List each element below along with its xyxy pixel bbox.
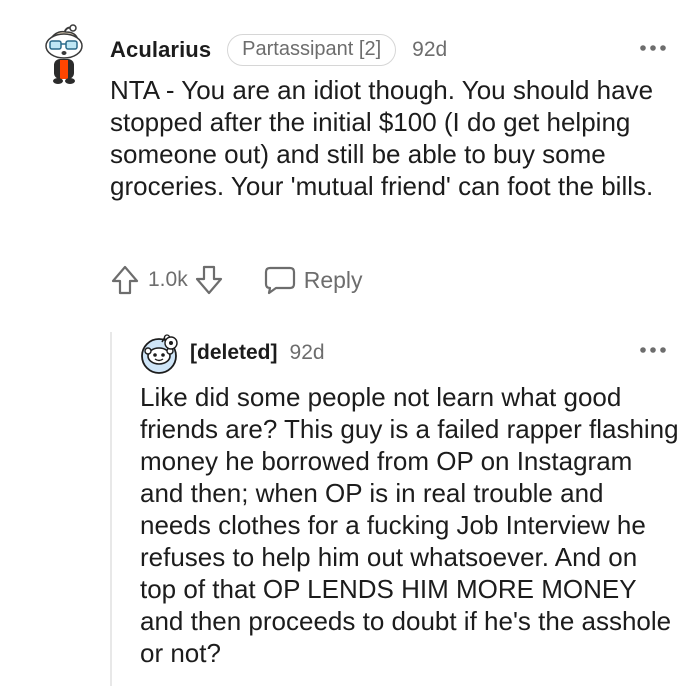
comment-actions: 1.0k Reply — [110, 260, 363, 300]
speech-bubble-icon — [264, 266, 295, 295]
comment-header: Acularius Partassipant [2] 92d — [110, 34, 447, 66]
reply-body: Like did some people not learn what good… — [140, 382, 679, 668]
reply-button[interactable]: Reply — [264, 265, 363, 295]
reply-username[interactable]: [deleted] — [190, 341, 278, 365]
comment-username[interactable]: Acularius — [110, 37, 211, 63]
downvote-arrow-icon[interactable] — [194, 264, 224, 296]
deleted-user-avatar-icon[interactable] — [138, 334, 180, 374]
reply-age: 92d — [289, 341, 325, 364]
snoo-avatar-icon[interactable] — [36, 22, 92, 86]
comment-age: 92d — [412, 38, 448, 61]
thread-line[interactable] — [110, 332, 112, 686]
vote-score: 1.0k — [148, 268, 188, 291]
reply-label: Reply — [303, 266, 363, 293]
more-options-icon[interactable] — [638, 42, 668, 54]
reply-header: [deleted] 92d — [190, 338, 325, 368]
more-options-icon[interactable] — [638, 344, 668, 356]
upvote-arrow-icon[interactable] — [110, 264, 140, 296]
comment-body: NTA - You are an idiot though. You shoul… — [110, 75, 654, 201]
user-flair-badge: Partassipant [2] — [227, 34, 397, 66]
